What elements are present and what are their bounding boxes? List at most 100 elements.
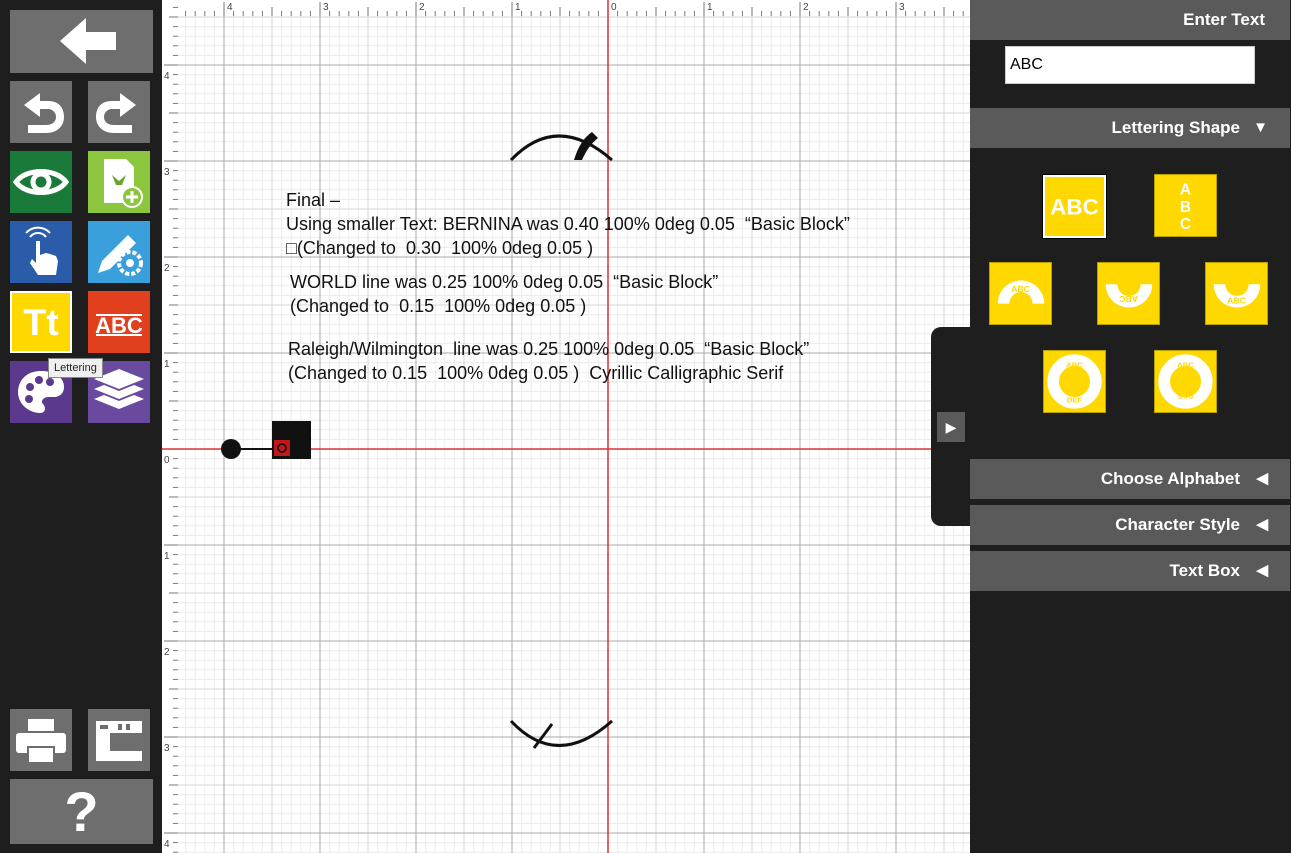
- top-arc-stitch: [509, 134, 613, 162]
- monogram-button[interactable]: ABC: [88, 291, 150, 353]
- send-to-machine-button[interactable]: [88, 709, 150, 771]
- svg-text:ABC: ABC: [1227, 296, 1247, 306]
- object-anchor: [274, 440, 290, 456]
- svg-text:ABC: ABC: [1011, 284, 1031, 294]
- left-ruler-label: 1: [164, 359, 170, 370]
- text-box-header[interactable]: Text Box ◀: [970, 551, 1290, 591]
- pointing-hand-icon: [25, 226, 58, 275]
- left-ruler-label: 3: [164, 167, 170, 178]
- chevron-left-icon: ◀: [1256, 562, 1268, 579]
- edit-settings-button[interactable]: [88, 221, 150, 283]
- character-style-header[interactable]: Character Style ◀: [970, 505, 1290, 545]
- note-line-1: Final –: [286, 190, 341, 210]
- help-icon: ?: [64, 780, 99, 843]
- right-panel: Enter Text Lettering Shape ▼ ABC A B C A…: [970, 0, 1291, 853]
- left-ruler-label: 1: [164, 551, 170, 562]
- top-ruler-label: 1: [707, 2, 713, 13]
- sewing-machine-icon: [96, 721, 142, 761]
- pencil-gear-icon: [98, 235, 143, 276]
- select-button[interactable]: [10, 221, 72, 283]
- choose-alphabet-header[interactable]: Choose Alphabet ◀: [970, 459, 1290, 499]
- note-line-6: Raleigh/Wilmington line was 0.25 100% 0d…: [288, 339, 810, 359]
- shape-arc-bottom[interactable]: ABC: [1205, 262, 1268, 325]
- left-ruler-label: 3: [164, 743, 170, 754]
- grid: 4 3 2 1 0 1 2 3 4 3 2 1 0 1 2 3 4: [162, 0, 970, 853]
- text-input[interactable]: [1005, 46, 1255, 84]
- undo-button[interactable]: [10, 81, 72, 143]
- design-canvas[interactable]: 4 3 2 1 0 1 2 3 4 3 2 1 0 1 2 3 4 Final – Using smaller …: [162, 0, 970, 853]
- top-ruler-label: 2: [419, 2, 425, 13]
- left-ruler-label: 4: [164, 839, 170, 850]
- top-ruler: [162, 0, 970, 16]
- top-ruler-label: 3: [899, 2, 905, 13]
- chevron-left-icon: ◀: [1256, 516, 1268, 533]
- shape-arc-bottom-flipped[interactable]: ABC: [1097, 262, 1160, 325]
- enter-text-label: Enter Text: [1183, 10, 1265, 29]
- shape-circle-icon: ABC DEF: [1047, 354, 1102, 409]
- enter-text-header[interactable]: Enter Text: [970, 0, 1290, 40]
- left-ruler-label: 4: [164, 71, 170, 82]
- shape-circle-flipped-icon: ABC DEF: [1158, 354, 1213, 409]
- print-button[interactable]: [10, 709, 72, 771]
- shape-straight-icon: ABC: [1050, 194, 1099, 219]
- note-line-3: □(Changed to 0.30 100% 0deg 0.05 ): [286, 238, 594, 258]
- redo-icon: [96, 93, 136, 133]
- top-ruler-label: 1: [515, 2, 521, 13]
- svg-text:Tt: Tt: [23, 301, 58, 343]
- shape-arc-bottom-flipped-icon: ABC: [1105, 284, 1153, 308]
- note-line-7: (Changed to 0.15 100% 0deg 0.05 ) Cyrill…: [288, 363, 784, 383]
- top-ruler-label: 2: [803, 2, 809, 13]
- shape-vertical[interactable]: A B C: [1154, 174, 1217, 237]
- top-ruler-label: 3: [323, 2, 329, 13]
- shape-circle-flipped[interactable]: ABC DEF: [1154, 350, 1217, 413]
- svg-text:A: A: [1180, 181, 1191, 198]
- shape-straight[interactable]: ABC: [1042, 174, 1107, 239]
- svg-text:ABC: ABC: [1118, 294, 1138, 304]
- lettering-tooltip: Lettering: [48, 358, 103, 378]
- svg-text:ABC: ABC: [1177, 360, 1194, 369]
- collapse-panel-button[interactable]: ▶: [937, 412, 965, 442]
- left-ruler-label: 2: [164, 647, 170, 658]
- lettering-shape-header[interactable]: Lettering Shape ▼: [970, 108, 1290, 148]
- top-ruler-label: 0: [611, 2, 617, 13]
- text-box-label: Text Box: [1169, 561, 1240, 580]
- back-arrow-icon: [60, 18, 116, 64]
- undo-icon: [24, 93, 64, 133]
- shape-arc-top-icon: ABC: [997, 280, 1045, 304]
- note-line-4: WORLD line was 0.25 100% 0deg 0.05 “Basi…: [290, 272, 719, 292]
- choose-alphabet-label: Choose Alphabet: [1100, 469, 1240, 488]
- printer-icon: [16, 719, 66, 764]
- lettering-icon: Tt: [23, 301, 58, 343]
- svg-text:DEF: DEF: [1067, 395, 1083, 404]
- svg-text:ABC: ABC: [1050, 194, 1099, 219]
- eye-icon: [12, 169, 70, 195]
- lettering-button[interactable]: Tt: [10, 291, 72, 353]
- monogram-icon: ABC: [95, 313, 143, 338]
- shape-arc-top[interactable]: ABC: [989, 262, 1052, 325]
- left-ruler-label: 2: [164, 263, 170, 274]
- character-style-label: Character Style: [1115, 515, 1240, 534]
- shape-circle[interactable]: ABC DEF: [1043, 350, 1106, 413]
- chevron-down-icon: ▼: [1253, 119, 1268, 136]
- left-ruler-label: 0: [164, 455, 170, 466]
- svg-text:C: C: [1180, 216, 1191, 233]
- redo-button[interactable]: [88, 81, 150, 143]
- rotate-handle: [221, 439, 241, 459]
- chevron-left-icon: ◀: [1256, 470, 1268, 487]
- view-button[interactable]: [10, 151, 72, 213]
- bottom-arc-stitch: [509, 719, 613, 747]
- lettering-shape-label: Lettering Shape: [1111, 118, 1240, 137]
- top-ruler-label: 4: [227, 2, 233, 13]
- svg-text:ABC: ABC: [1066, 360, 1083, 369]
- svg-text:DEF: DEF: [1177, 392, 1193, 401]
- svg-text:B: B: [1180, 199, 1191, 216]
- note-line-2: Using smaller Text: BERNINA was 0.40 100…: [286, 214, 850, 234]
- shape-arc-bottom-icon: ABC: [1213, 284, 1261, 308]
- shape-vertical-icon: A B C: [1180, 181, 1191, 233]
- add-design-button[interactable]: [88, 151, 150, 213]
- back-button[interactable]: [10, 10, 153, 73]
- add-design-icon: [104, 159, 143, 208]
- note-line-5: (Changed to 0.15 100% 0deg 0.05 ): [290, 296, 587, 316]
- left-ruler: [162, 0, 178, 853]
- help-button[interactable]: ?: [10, 779, 153, 844]
